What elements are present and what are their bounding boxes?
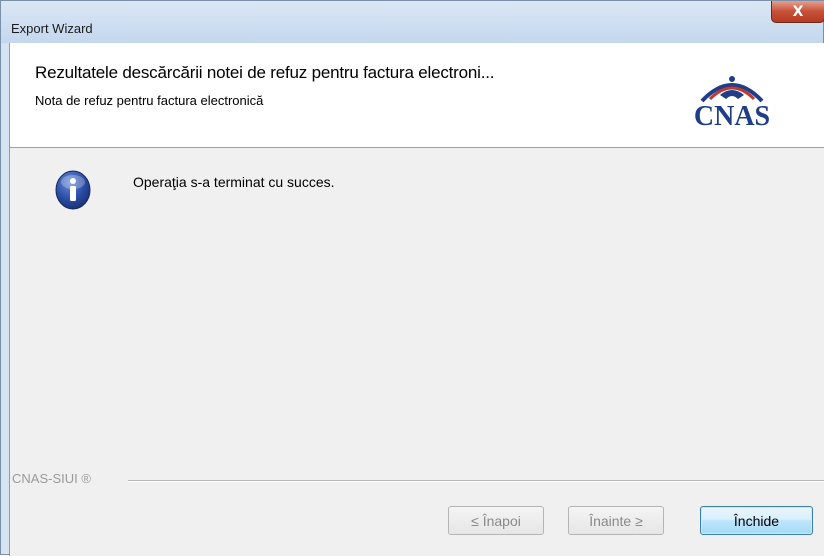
cnas-logo: CNAS xyxy=(662,65,812,135)
status-message: Operaţia s-a terminat cu succes. xyxy=(133,174,335,190)
brand-label: CNAS-SIUI ® xyxy=(12,471,97,486)
next-button[interactable]: Înainte ≥ xyxy=(568,506,664,535)
separator-line xyxy=(128,480,824,482)
close-icon: X xyxy=(792,3,804,20)
close-button-label: Închide xyxy=(733,512,780,529)
title-bar[interactable]: Export Wizard X xyxy=(1,1,824,43)
close-button[interactable]: Închide xyxy=(700,506,813,535)
export-wizard-window: Export Wizard X Rezultatele descărcării … xyxy=(0,0,824,556)
cnas-logo-text: CNAS xyxy=(693,101,771,132)
wizard-header: Rezultatele descărcării notei de refuz p… xyxy=(10,43,824,148)
page-subtitle: Nota de refuz pentru factura electronică xyxy=(35,93,264,108)
info-icon xyxy=(54,170,92,210)
next-button-label: Înainte ≥ xyxy=(589,512,643,529)
back-button-label: ≤ Înapoi xyxy=(471,512,521,529)
page-title: Rezultatele descărcării notei de refuz p… xyxy=(35,63,495,82)
cnas-logo-emblem xyxy=(700,76,764,103)
brand-separator: CNAS-SIUI ® xyxy=(10,471,824,487)
window-title: Export Wizard xyxy=(11,21,93,36)
back-button[interactable]: ≤ Înapoi xyxy=(448,506,544,535)
window-close-button[interactable]: X xyxy=(771,1,824,23)
wizard-client-area: Rezultatele descărcării notei de refuz p… xyxy=(9,43,824,556)
